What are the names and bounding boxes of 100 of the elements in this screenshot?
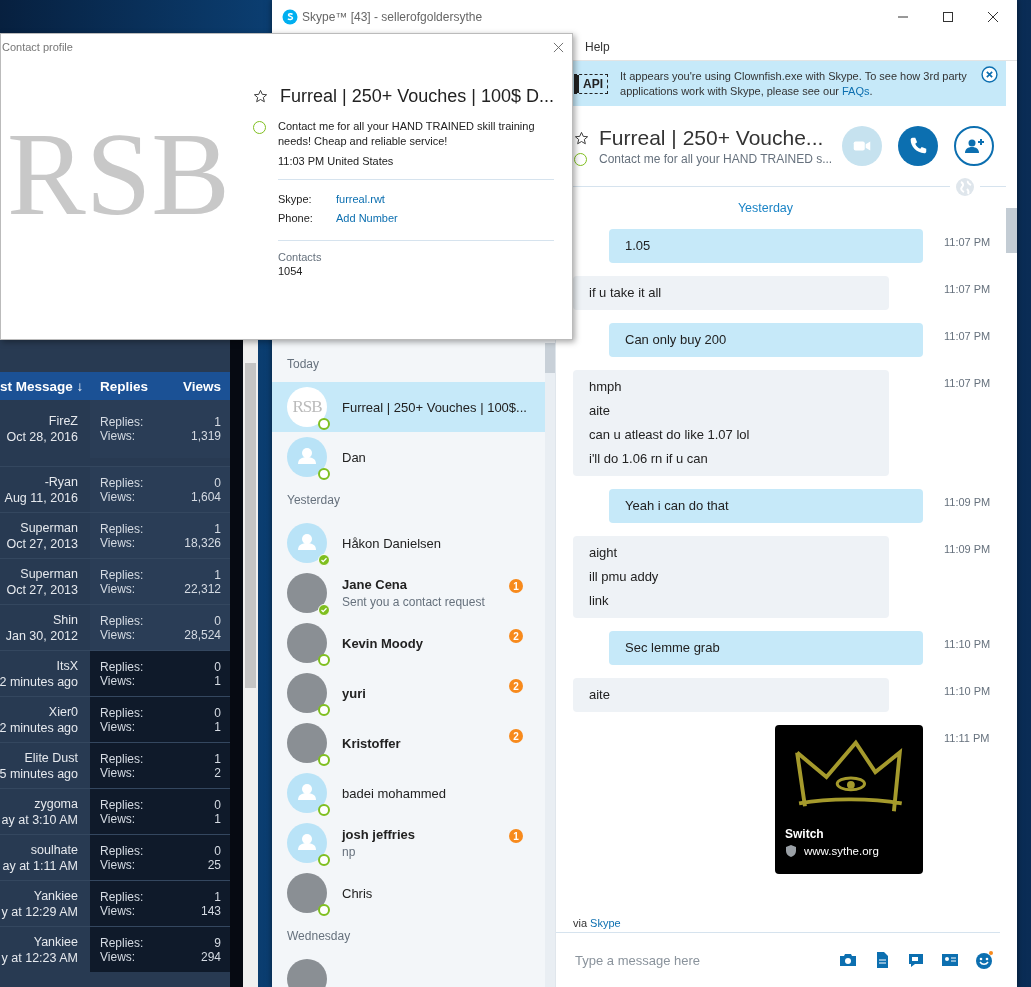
post-date: ay at 1:11 AM [2,857,78,874]
mood-message: Contact me for all your HAND TRAINED skill training needs! Cheap and reliable service! [278,119,536,149]
contact-item[interactable]: yuri 2 [272,668,545,718]
poster-name[interactable]: Yankiee [33,887,78,904]
poster-name[interactable]: -Ryan [44,473,78,490]
star-icon[interactable] [253,89,268,104]
stat-label: Views: [100,627,136,642]
photo-placeholder [287,723,327,763]
contact-name: badei mohammed [342,785,448,801]
call-button[interactable] [898,126,938,166]
stat-value: 2 [214,765,221,780]
maximize-icon[interactable] [942,10,954,23]
link-title: Switch [785,827,825,841]
menu-item[interactable]: Help [585,39,610,54]
contact-item[interactable]: josh jeffries np 1 [272,818,545,868]
stat-value: 1 [214,673,221,688]
field-link[interactable]: furreal.rwt [336,190,385,209]
stat-value: 1 [214,751,221,766]
stat-label: Views: [100,673,136,688]
column-header[interactable]: Views [152,378,230,394]
message-time: 11:07 PM [944,377,991,389]
contact-name: Chris [342,885,374,901]
message-text: Yeah i can do that [625,497,730,515]
stat-label: Replies: [100,797,145,812]
message-text: can u atleast do like 1.07 lol [589,426,751,444]
add-contact-button[interactable] [954,126,994,166]
post-date: Jan 30, 2012 [5,627,78,644]
contact-name: Håkon Danielsen [342,535,442,551]
unread-count: 2 [509,679,523,693]
stat-value: 1 [214,719,221,734]
contact-item[interactable]: Chris [272,868,545,918]
poster-name[interactable]: Elite Dust [24,749,78,766]
message-input[interactable]: Type a message here [573,951,824,969]
scrollbar[interactable] [545,343,555,987]
contact-item[interactable]: Jane Cena Sent you a contact request 1 [272,568,545,618]
poster-name[interactable]: Superman [20,519,78,536]
scrollbar[interactable] [243,340,258,987]
contact-item[interactable]: RSB Furreal | 250+ Vouches | 100$... [272,382,545,432]
poster-name[interactable]: Xier0 [48,703,78,720]
poster-name[interactable]: soulhate [30,841,78,858]
post-date: Aug 11, 2016 [4,489,78,506]
contact-item[interactable]: Dan [272,432,545,482]
stat-label: Replies: [100,751,145,766]
stat-value: 1 [213,521,221,536]
contact-name: Kevin Moody [342,635,424,651]
close-icon[interactable] [981,66,998,83]
contact-name: Kristoffer [342,735,402,751]
group-label: Today [286,356,321,373]
field-link[interactable]: Add Number [336,209,398,228]
stat-label: Replies: [100,705,145,720]
poster-name[interactable]: Yankiee [33,933,78,950]
contact-item[interactable]: Kristoffer 2 [272,718,545,768]
poster-name[interactable]: Superman [20,565,78,582]
contacts-label: Contacts [278,251,323,263]
stat-label: Replies: [100,521,145,536]
post-date: Oct 28, 2016 [6,429,78,445]
poster-name[interactable]: ItsX [56,657,78,674]
stat-value: 0 [214,705,221,720]
contact-subtitle: np [342,845,357,859]
scrollbar[interactable] [1006,61,1017,987]
contact-item[interactable]: Håkon Danielsen [272,518,545,568]
message-text: hmph [589,378,623,396]
poster-name[interactable]: FireZ [48,413,78,429]
dialog-title: Contact profile [2,41,73,53]
message-text: 1.05 [625,237,652,255]
contact-name: Dan [342,449,367,465]
post-date: Oct 27, 2013 [6,581,78,598]
star-icon[interactable] [574,130,589,146]
stat-value: 1 [214,811,221,826]
message-text: ill pmu addy [589,568,660,586]
message-text: aite [589,402,611,420]
poster-name[interactable]: Shin [52,611,78,628]
poster-name[interactable]: zygoma [34,795,78,812]
close-icon[interactable] [987,10,999,23]
skype-link[interactable]: Skype [590,917,621,929]
emoticon-icon[interactable] [974,950,994,970]
stat-value: 0 [214,797,221,812]
stat-label: Views: [100,429,137,443]
link-url[interactable]: www.sythe.org [804,845,879,857]
contact-name: Furreal | 250+ Vouches | 100$ D... [280,86,555,107]
contact-item[interactable]: badei mohammed [272,768,545,818]
contact-item[interactable]: Kevin Moody 2 [272,618,545,668]
stat-value: 294 [200,949,221,964]
contact-name: Furreal | 250+ Vouches | 100$... [342,399,528,415]
message-time: 11:09 PM [944,496,991,508]
stat-label: Replies: [100,415,145,429]
avatar [287,823,327,863]
message-time: 11:07 PM [944,283,991,295]
globe-icon [955,176,975,197]
stat-label: Replies: [100,567,145,582]
stat-value: 1 [213,415,221,429]
stat-value: 1,604 [190,489,221,504]
post-date: 2 minutes ago [0,719,78,736]
contact-name: yuri [342,685,367,701]
column-header[interactable]: Replies [90,378,152,394]
column-header[interactable]: st Message ↓ [0,378,90,394]
link-preview-card[interactable]: Switch www.sythe.org [775,725,923,874]
stat-value: 143 [200,903,221,918]
stat-value: 22,312 [184,581,221,596]
field-label: Phone: [278,211,314,226]
